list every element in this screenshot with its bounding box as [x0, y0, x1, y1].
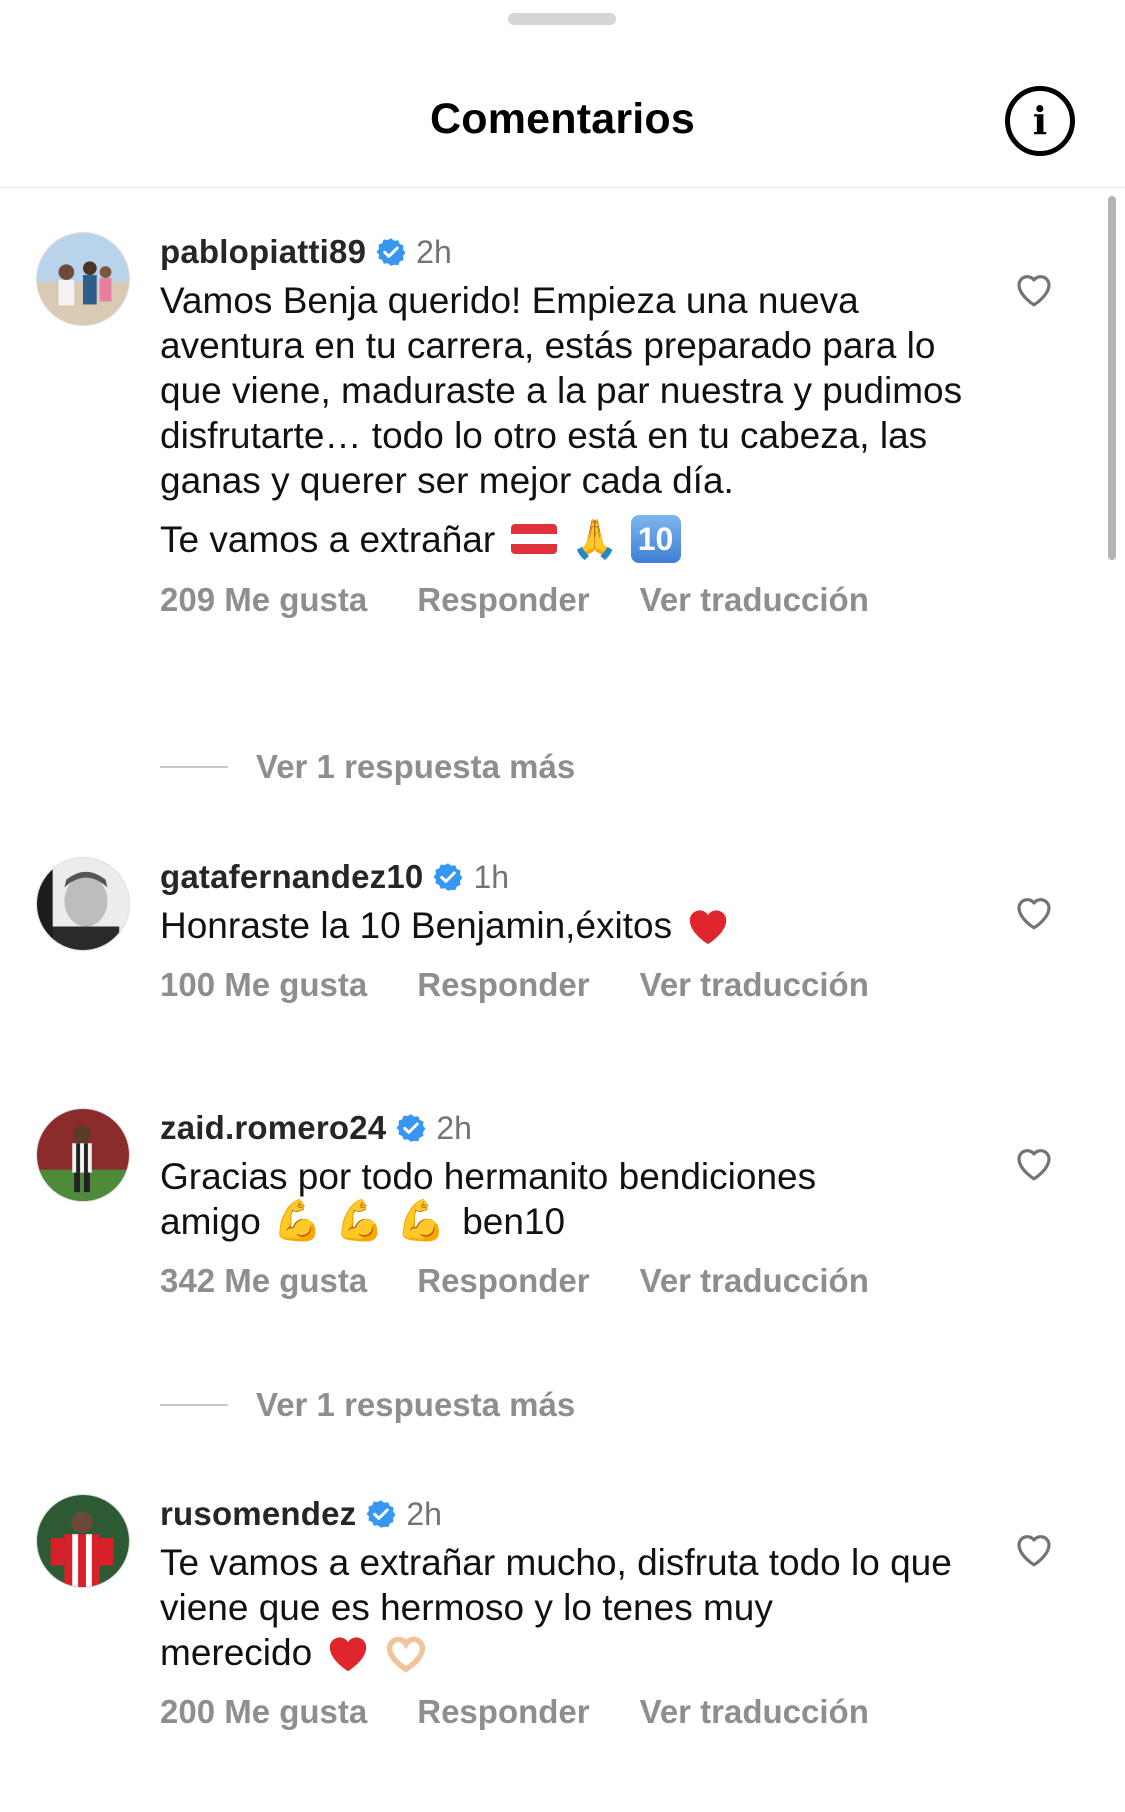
verified-badge-icon [396, 1114, 426, 1142]
flexed-biceps-icon: 💪 [396, 1199, 447, 1243]
header: Comentarios i [0, 0, 1125, 188]
username[interactable]: pablopiatti89 [160, 233, 366, 271]
info-icon[interactable]: i [1005, 86, 1075, 156]
verified-badge-icon [366, 1500, 396, 1528]
comments-sheet: Comentarios i pablopiatti89 2h Vamos Ben… [0, 0, 1125, 1812]
comment-body: pablopiatti89 2h Vamos Benja querido! Em… [160, 232, 980, 619]
comment-body: rusomendez 2h Te vamos a extrañar mucho,… [160, 1494, 980, 1731]
timestamp: 2h [436, 1109, 472, 1146]
like-heart-icon[interactable] [1014, 893, 1054, 931]
translate-button[interactable]: Ver traducción [640, 966, 869, 1004]
reply-button[interactable]: Responder [417, 1693, 589, 1731]
comment-body: gatafernandez10 1h Honraste la 10 Benjam… [160, 857, 980, 1004]
username[interactable]: gatafernandez10 [160, 858, 423, 896]
divider [160, 766, 228, 768]
likes-count[interactable]: 342 Me gusta [160, 1262, 367, 1300]
reply-button[interactable]: Responder [417, 1262, 589, 1300]
likes-count[interactable]: 209 Me gusta [160, 581, 367, 619]
like-heart-icon[interactable] [1014, 1530, 1054, 1568]
view-more-replies[interactable]: Ver 1 respuesta más [160, 748, 575, 786]
comment-text-part: amigo [160, 1201, 261, 1242]
comment-text-part: merecido [160, 1632, 313, 1673]
timestamp: 1h [473, 858, 510, 895]
comment-text-extra: Te vamos a extrañar [160, 518, 496, 560]
austria-flag-icon [511, 524, 558, 554]
avatar[interactable] [36, 232, 130, 326]
red-heart-icon [689, 909, 727, 944]
view-more-replies-label[interactable]: Ver 1 respuesta más [256, 1386, 575, 1424]
reply-button[interactable]: Responder [417, 966, 589, 1004]
likes-count[interactable]: 200 Me gusta [160, 1693, 367, 1731]
page-title: Comentarios [429, 95, 696, 143]
view-more-replies-label[interactable]: Ver 1 respuesta más [256, 748, 575, 786]
like-heart-icon[interactable] [1014, 270, 1054, 308]
avatar[interactable] [36, 857, 130, 951]
comment-text-line: Honraste la 10 Benjamin,éxitos [160, 903, 980, 948]
translate-button[interactable]: Ver traducción [640, 1693, 869, 1731]
reply-button[interactable]: Responder [417, 581, 589, 619]
avatar[interactable] [36, 1108, 130, 1202]
divider [160, 1404, 228, 1406]
comment-text-line: Te vamos a extrañar 🙏 10 [160, 515, 980, 563]
verified-badge-icon [433, 863, 463, 891]
scrollbar[interactable] [1108, 196, 1116, 560]
username[interactable]: zaid.romero24 [160, 1109, 386, 1147]
verified-badge-icon [376, 238, 406, 266]
comment-body: zaid.romero24 2h Gracias por todo herman… [160, 1108, 980, 1300]
comment-text-part: ben10 [462, 1201, 566, 1242]
like-heart-icon[interactable] [1014, 1144, 1054, 1182]
comment-text: Vamos Benja querido! Empieza una nueva a… [160, 280, 973, 501]
view-more-replies[interactable]: Ver 1 respuesta más [160, 1386, 575, 1424]
comment-text: Gracias por todo hermanito bendiciones [160, 1156, 817, 1197]
comment-text-line: amigo 💪 💪 💪 ben10 [160, 1199, 980, 1244]
red-heart-icon [330, 1636, 367, 1671]
timestamp: 2h [416, 233, 452, 270]
likes-count[interactable]: 100 Me gusta [160, 966, 367, 1004]
keycap-ten-icon: 10 [630, 515, 681, 563]
heart-hands-icon [387, 1636, 426, 1673]
comment-text: Te vamos a extrañar mucho, disfruta todo… [160, 1542, 963, 1628]
username[interactable]: rusomendez [160, 1495, 356, 1533]
flexed-biceps-icon: 💪 [334, 1199, 385, 1243]
praying-hands-icon: 🙏 [571, 516, 619, 561]
timestamp: 2h [406, 1495, 442, 1532]
avatar[interactable] [36, 1494, 130, 1588]
comment-text-line: merecido [160, 1630, 980, 1675]
flexed-biceps-icon: 💪 [272, 1199, 323, 1243]
comment-text: Honraste la 10 Benjamin,éxitos [160, 905, 673, 946]
translate-button[interactable]: Ver traducción [640, 581, 869, 619]
translate-button[interactable]: Ver traducción [640, 1262, 869, 1300]
